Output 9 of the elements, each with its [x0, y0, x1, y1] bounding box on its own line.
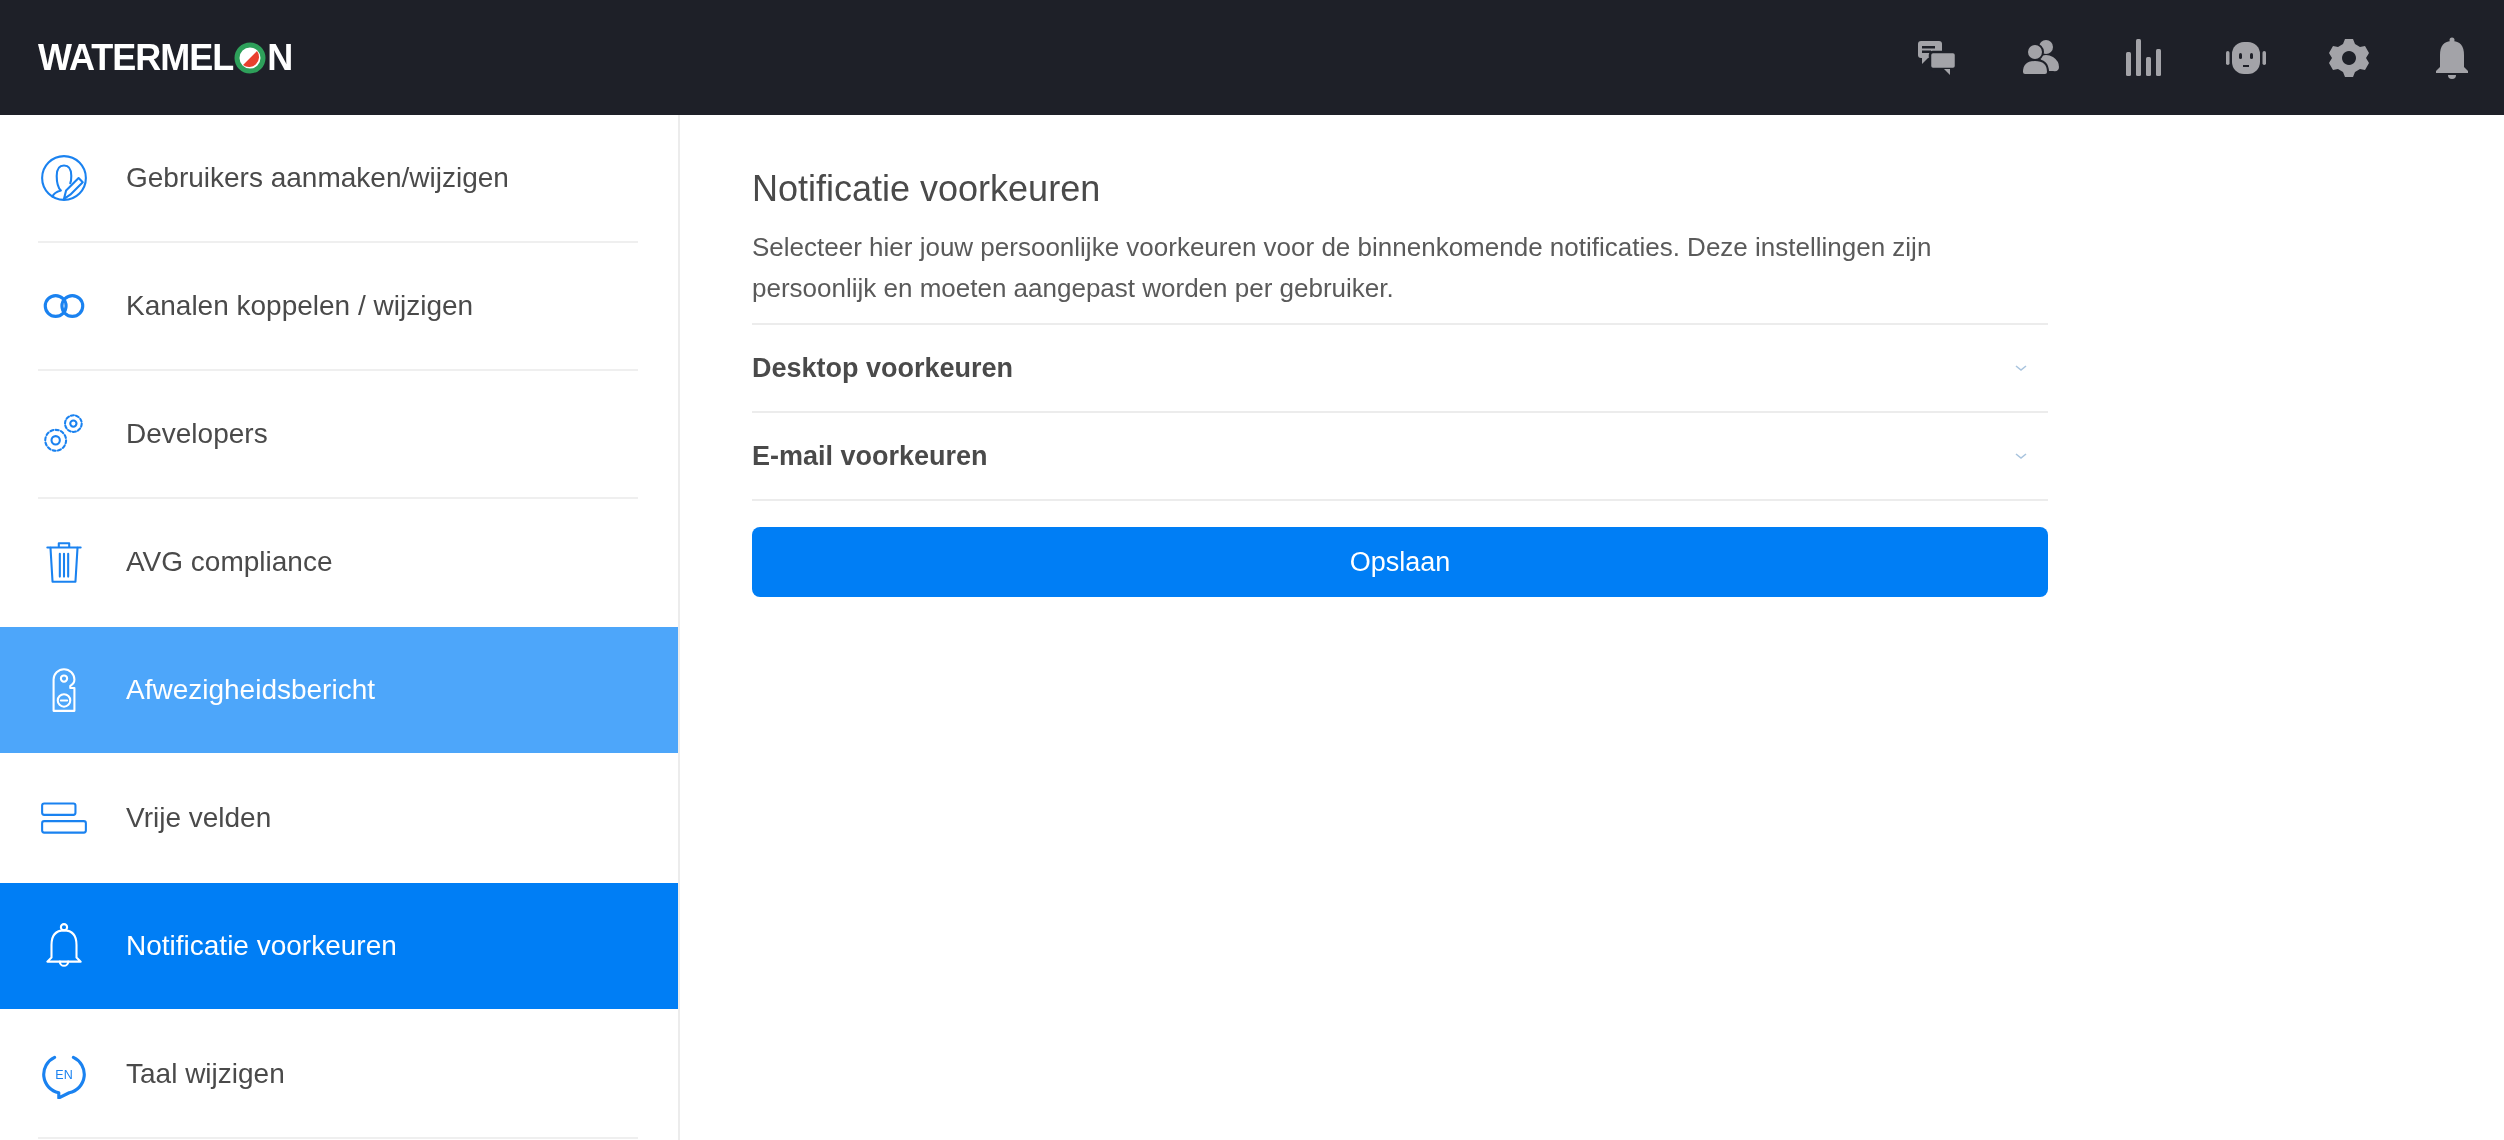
user-pencil-icon — [39, 153, 89, 203]
logo: WATERMEL N — [38, 35, 293, 80]
save-button[interactable]: Opslaan — [752, 527, 2048, 597]
accordion-header[interactable]: Desktop voorkeuren — [752, 325, 2048, 413]
accordion-header[interactable]: E-mail voorkeuren — [752, 413, 2048, 501]
sidebar-item[interactable]: Notificatie voorkeuren — [0, 883, 678, 1009]
watermelon-icon — [234, 41, 267, 74]
description: Selecteer hier jouw persoonlijke voorkeuren voor de binnenkomende notificaties. Deze instellingen zijn persoonlijk en moeten aangepast worden per gebruiker. — [752, 231, 1933, 305]
page-title: Notificatie voorkeuren — [752, 167, 1101, 211]
